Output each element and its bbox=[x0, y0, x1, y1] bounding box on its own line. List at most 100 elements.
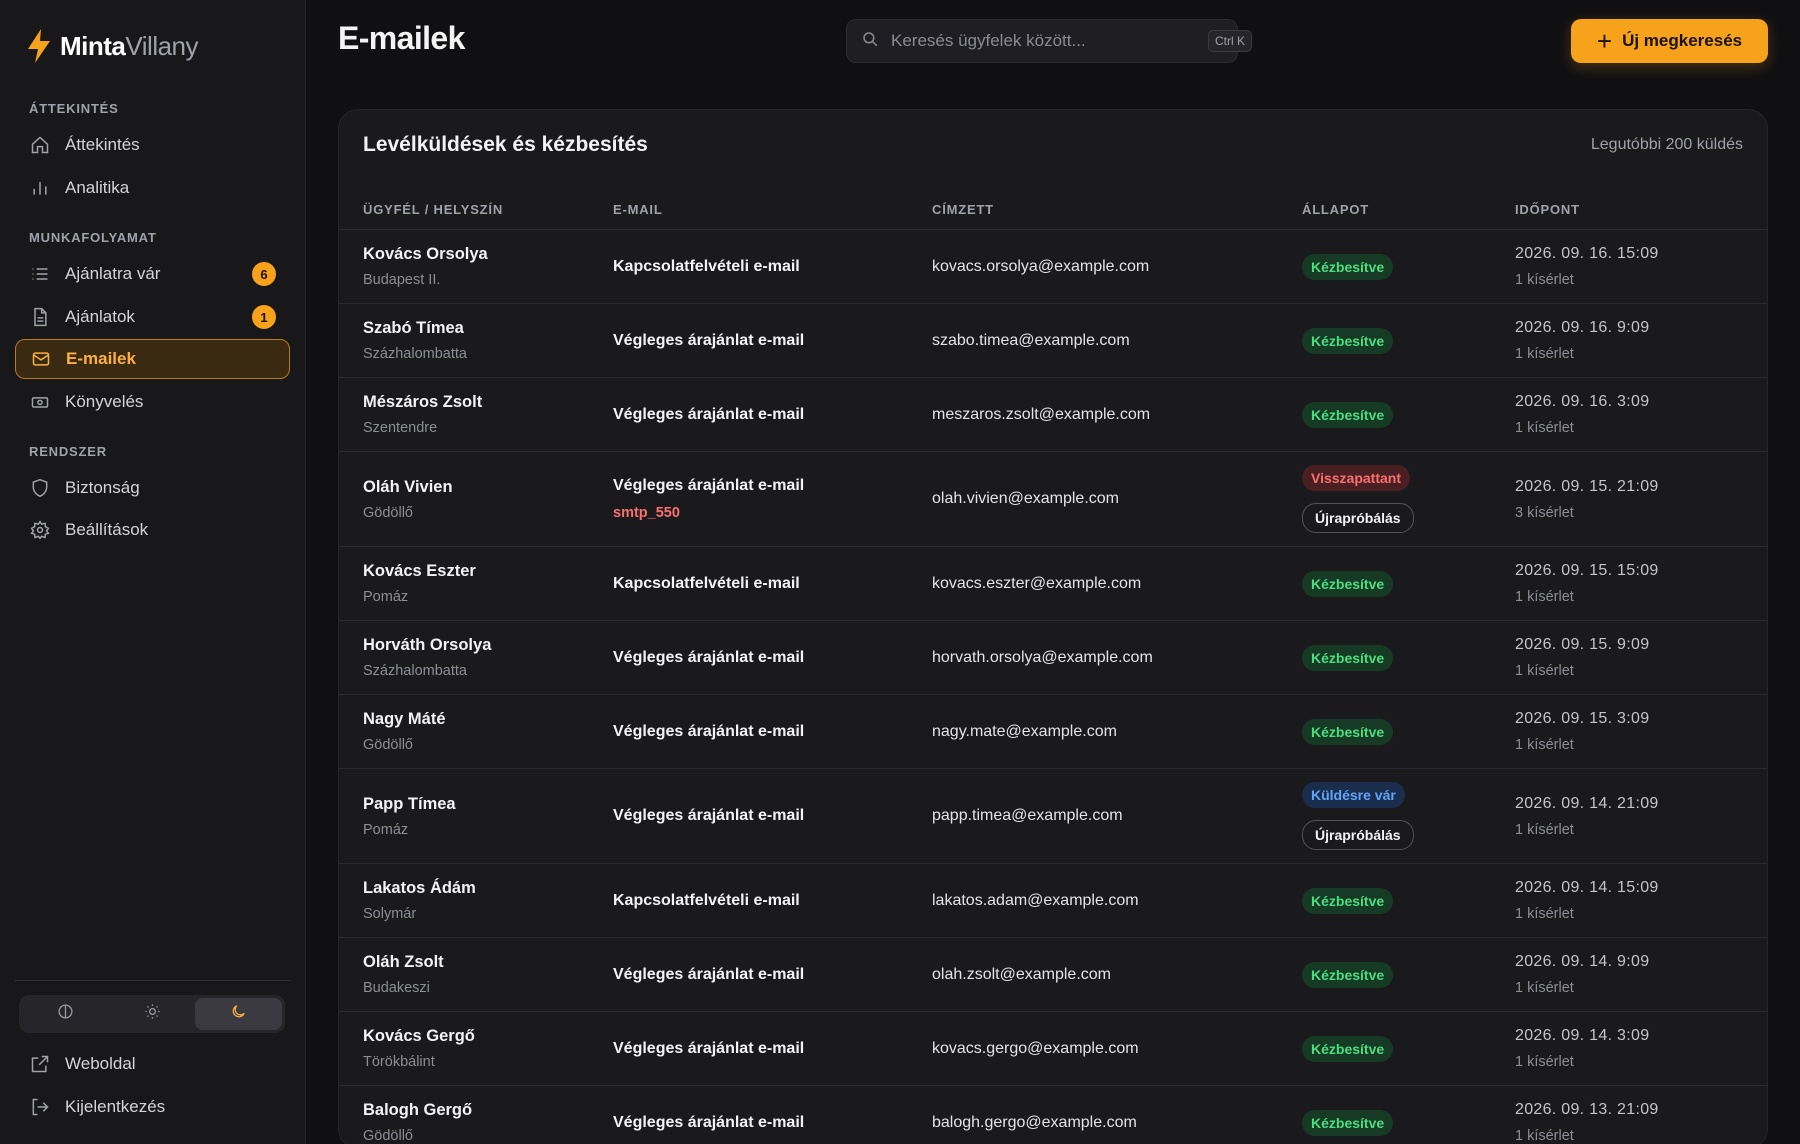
client-name[interactable]: Balogh Gergő bbox=[363, 1101, 472, 1120]
retry-button[interactable]: Újrapróbálás bbox=[1302, 503, 1414, 533]
client-name[interactable]: Szabó Tímea bbox=[363, 319, 467, 338]
table-row[interactable]: Kovács Gergő Törökbálint Végleges árajánla… bbox=[339, 1012, 1767, 1086]
recipient-cell: olah.vivien@example.com bbox=[932, 452, 1119, 546]
sidebar-item-analytics[interactable]: Analitika bbox=[15, 168, 290, 208]
client-name[interactable]: Papp Tímea bbox=[363, 795, 456, 814]
sidebar-item-label: Beállítások bbox=[65, 520, 149, 539]
send-date: 2026. 09. 15. 21:09 bbox=[1515, 477, 1659, 495]
table-row[interactable]: Lakatos Ádám Solymár Kapcsolatfelvételi e-… bbox=[339, 864, 1767, 938]
card-meta: Legutóbbi 200 küldés bbox=[1590, 136, 1743, 153]
attempt-count: 1 kísérlet bbox=[1515, 821, 1574, 838]
search-box[interactable]: Ctrl K bbox=[846, 19, 1252, 63]
client-cell: Kovács Orsolya Budapest II. bbox=[363, 230, 488, 303]
count-badge: 1 bbox=[252, 305, 276, 329]
email-subject: Végleges árajánlat e-mail bbox=[613, 405, 805, 423]
new-inquiry-label: Új megkeresés bbox=[1622, 31, 1743, 50]
send-date: 2026. 09. 14. 9:09 bbox=[1515, 953, 1650, 970]
list-icon bbox=[29, 263, 51, 285]
email-cell: Végleges árajánlat e-mail smtp_550 bbox=[613, 452, 804, 546]
sidebar-item-settings[interactable]: Beállítások bbox=[15, 510, 290, 550]
search-input[interactable] bbox=[891, 31, 1191, 51]
sidebar-item-label: Weboldal bbox=[65, 1054, 136, 1073]
email-cell: Kapcsolatfelvételi e-mail bbox=[613, 547, 800, 620]
client-name[interactable]: Oláh Zsolt bbox=[363, 953, 444, 972]
client-name[interactable]: Kovács Orsolya bbox=[363, 245, 488, 264]
client-name[interactable]: Nagy Máté bbox=[363, 710, 446, 729]
column-header-email[interactable]: E-MAIL bbox=[613, 202, 663, 217]
client-cell: Kovács Eszter Pomáz bbox=[363, 547, 476, 620]
table-row[interactable]: Mészáros Zsolt Szentendre Végleges árajánl… bbox=[339, 378, 1767, 452]
sidebar-item-website[interactable]: Weboldal bbox=[15, 1044, 290, 1084]
time-cell: 2026. 09. 16. 3:09 1 kísérlet bbox=[1515, 378, 1649, 451]
table-row[interactable]: Balogh Gergő Gödöllő Végleges árajánlat e-… bbox=[339, 1086, 1767, 1144]
attempt-count: 1 kísérlet bbox=[1515, 589, 1574, 605]
shield-icon bbox=[29, 477, 51, 499]
theme-option-system[interactable] bbox=[22, 998, 109, 1030]
attempt-count: 1 kísérlet bbox=[1515, 980, 1574, 996]
brand-name: MintaVillany bbox=[60, 30, 199, 61]
status-cell: Kézbesítve bbox=[1302, 864, 1394, 937]
client-cell: Kovács Gergő Törökbálint bbox=[363, 1012, 475, 1085]
recipient-email: kovacs.eszter@example.com bbox=[932, 574, 1142, 592]
sidebar-item-awaiting-quote[interactable]: Ajánlatra vár 6 bbox=[15, 254, 290, 294]
table-row[interactable]: Horváth Orsolya Százhalombatta Végleges ár… bbox=[339, 621, 1767, 695]
recipient-cell: kovacs.gergo@example.com bbox=[932, 1012, 1139, 1085]
table-row[interactable]: Oláh Zsolt Budakeszi Végleges árajánlat e-… bbox=[339, 938, 1767, 1012]
document-icon bbox=[29, 306, 51, 328]
client-location: Gödöllő bbox=[363, 737, 413, 753]
recipient-email: meszaros.zsolt@example.com bbox=[932, 405, 1151, 423]
sidebar-item-overview[interactable]: Áttekintés bbox=[15, 125, 290, 165]
brand-logo[interactable]: MintaVillany bbox=[26, 26, 199, 66]
email-cell: Kapcsolatfelvételi e-mail bbox=[613, 230, 800, 303]
attempt-count: 1 kísérlet bbox=[1515, 420, 1574, 436]
table-row[interactable]: Szabó Tímea Százhalombatta Végleges áraján… bbox=[339, 304, 1767, 378]
sidebar-item-emails[interactable]: E-mailek bbox=[15, 339, 290, 379]
theme-option-dark[interactable] bbox=[195, 998, 283, 1030]
client-location: Százhalombatta bbox=[363, 346, 467, 362]
column-header-client[interactable]: ÜGYFÉL / HELYSZÍN bbox=[363, 202, 503, 217]
table-row[interactable]: Kovács Orsolya Budapest II. Kapcsolatfelvé… bbox=[339, 230, 1767, 304]
recipient-email: olah.vivien@example.com bbox=[932, 490, 1119, 507]
section-label-workflow: MUNKAFOLYAMAT bbox=[29, 230, 157, 245]
recipient-email: kovacs.orsolya@example.com bbox=[932, 257, 1150, 275]
theme-switcher bbox=[19, 995, 285, 1033]
client-name[interactable]: Kovács Gergő bbox=[363, 1027, 475, 1046]
sidebar-item-label: E-mailek bbox=[66, 349, 136, 368]
table-row[interactable]: Papp Tímea Pomáz Végleges árajánlat e-mail… bbox=[339, 769, 1767, 864]
recipient-email: balogh.gergo@example.com bbox=[932, 1113, 1137, 1131]
column-header-recipient[interactable]: CÍMZETT bbox=[932, 202, 994, 217]
send-date: 2026. 09. 14. 3:09 bbox=[1515, 1027, 1650, 1044]
table-row[interactable]: Nagy Máté Gödöllő Végleges árajánlat e-mai… bbox=[339, 695, 1767, 769]
column-header-time[interactable]: IDŐPONT bbox=[1515, 202, 1580, 217]
client-name[interactable]: Mészáros Zsolt bbox=[363, 393, 482, 412]
recipient-cell: szabo.timea@example.com bbox=[932, 304, 1130, 377]
table-row[interactable]: Oláh Vivien Gödöllő Végleges árajánlat e-m… bbox=[339, 452, 1767, 547]
email-subject: Kapcsolatfelvételi e-mail bbox=[613, 257, 800, 275]
email-cell: Végleges árajánlat e-mail bbox=[613, 1012, 804, 1085]
time-cell: 2026. 09. 15. 9:09 1 kísérlet bbox=[1515, 621, 1649, 694]
client-name[interactable]: Horváth Orsolya bbox=[363, 636, 491, 655]
column-header-status[interactable]: ÁLLAPOT bbox=[1302, 202, 1369, 217]
sidebar-divider bbox=[15, 980, 290, 981]
status-cell: Kézbesítve bbox=[1302, 695, 1394, 768]
attempt-count: 1 kísérlet bbox=[1515, 272, 1574, 288]
sidebar-item-accounting[interactable]: Könyvelés bbox=[15, 382, 290, 422]
client-name[interactable]: Lakatos Ádám bbox=[363, 879, 476, 898]
new-inquiry-button[interactable]: + Új megkeresés bbox=[1571, 19, 1768, 63]
sidebar-item-quotes[interactable]: Ajánlatok 1 bbox=[15, 297, 290, 337]
recipient-cell: lakatos.adam@example.com bbox=[932, 864, 1139, 937]
client-name[interactable]: Kovács Eszter bbox=[363, 562, 476, 581]
table-body: Kovács Orsolya Budapest II. Kapcsolatfelvé… bbox=[339, 230, 1767, 1144]
theme-option-light[interactable] bbox=[109, 998, 196, 1030]
sidebar-item-security[interactable]: Biztonság bbox=[15, 468, 290, 508]
table-header: ÜGYFÉL / HELYSZÍN E-MAIL CÍMZETT ÁLLAPOT… bbox=[339, 184, 1767, 230]
status-cell: Kézbesítve bbox=[1302, 1086, 1394, 1144]
client-cell: Szabó Tímea Százhalombatta bbox=[363, 304, 467, 377]
status-badge: Küldésre vár bbox=[1302, 782, 1405, 808]
email-subject: Végleges árajánlat e-mail bbox=[613, 477, 805, 494]
retry-button[interactable]: Újrapróbálás bbox=[1302, 820, 1414, 850]
client-name[interactable]: Oláh Vivien bbox=[363, 478, 453, 497]
sidebar-item-logout[interactable]: Kijelentkezés bbox=[15, 1087, 290, 1127]
keyboard-shortcut-hint: Ctrl K bbox=[1208, 30, 1252, 52]
table-row[interactable]: Kovács Eszter Pomáz Kapcsolatfelvételi e-m… bbox=[339, 547, 1767, 621]
